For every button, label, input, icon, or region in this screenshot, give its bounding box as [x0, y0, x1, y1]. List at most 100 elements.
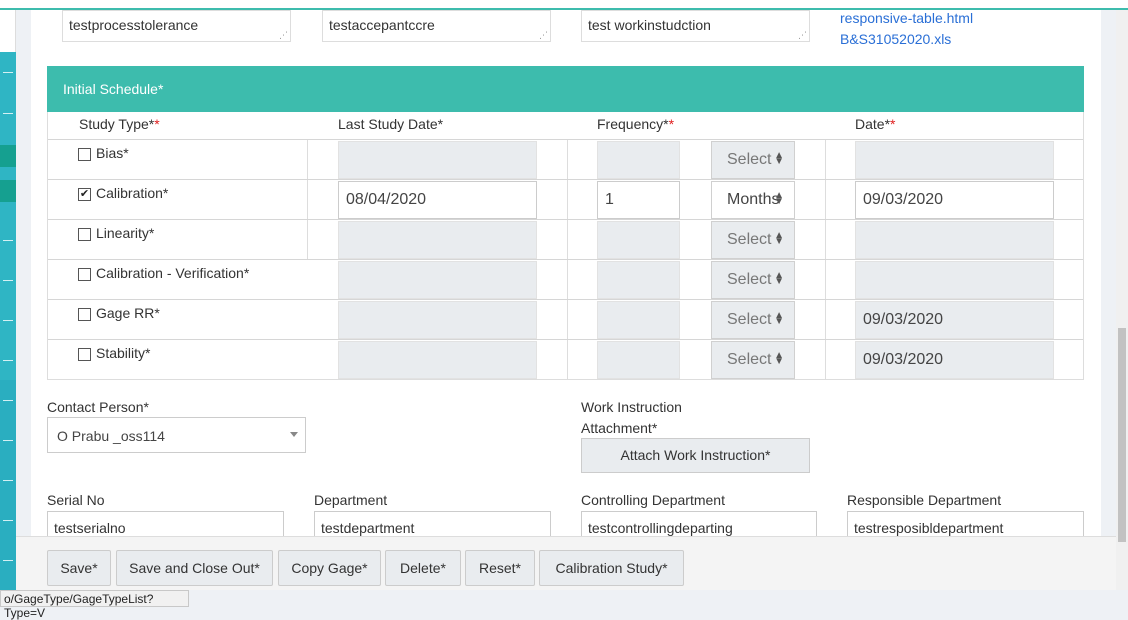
frequency-input[interactable]	[597, 261, 680, 299]
status-bar-background	[189, 600, 1128, 607]
sidebar-tick	[3, 440, 13, 441]
resize-grip-icon[interactable]: ⋰	[279, 31, 288, 40]
vertical-scrollbar[interactable]	[1116, 10, 1128, 590]
work-instruction-textarea[interactable]: test workinstudction ⋰	[581, 10, 810, 42]
schedule-row-bias: Bias* Select ▲ ▼	[48, 139, 1083, 180]
copy-gage-button[interactable]: Copy Gage*	[278, 550, 381, 586]
sidebar-segment	[0, 380, 16, 590]
last-study-date-input[interactable]	[338, 301, 537, 339]
study-type-label: Calibration*	[96, 185, 169, 201]
column-divider	[567, 300, 568, 340]
stability-checkbox[interactable]	[78, 348, 91, 361]
check-icon: ✔	[79, 188, 90, 200]
schedule-row-stability: Stability* Select ▲ ▼ 09/03/2020	[48, 339, 1083, 380]
date-input[interactable]: 09/03/2020	[855, 181, 1054, 219]
sidebar-tick	[3, 360, 13, 361]
date-input[interactable]	[855, 141, 1054, 179]
date-input[interactable]	[855, 261, 1054, 299]
status-bar-url: o/GageType/GageTypeList?Type=V	[0, 590, 189, 620]
column-divider	[825, 340, 826, 380]
date-input[interactable]: 09/03/2020	[855, 341, 1054, 379]
top-border	[0, 0, 1128, 10]
contact-person-value: O Prabu _oss114	[57, 428, 165, 444]
sidebar-active-item[interactable]	[0, 180, 16, 202]
bias-checkbox[interactable]	[78, 148, 91, 161]
sidebar-tick	[3, 560, 13, 561]
attachment-link[interactable]: B&S31052020.xls	[840, 31, 951, 47]
header-date: Date**	[855, 116, 896, 132]
sidebar-segment	[0, 52, 16, 90]
calibration-verification-checkbox[interactable]	[78, 268, 91, 281]
department-label: Department	[314, 492, 388, 508]
column-divider	[307, 220, 308, 260]
select-arrows-icon: ▲ ▼	[774, 150, 784, 167]
delete-button[interactable]: Delete*	[385, 550, 461, 586]
schedule-row-gage-rr: Gage RR* Select ▲ ▼ 09/03/2020	[48, 299, 1083, 340]
select-arrows-icon: ▲ ▼	[774, 230, 784, 247]
save-button[interactable]: Save*	[47, 550, 111, 586]
date-input[interactable]: 09/03/2020	[855, 301, 1054, 339]
column-divider	[567, 340, 568, 380]
frequency-unit-select[interactable]: Select ▲ ▼	[711, 341, 795, 379]
frequency-unit-select[interactable]: Select ▲ ▼	[711, 261, 795, 299]
work-instruction-label-line2: Attachment*	[581, 420, 658, 436]
work-instruction-value: test workinstudction	[588, 17, 711, 33]
study-type-label: Linearity*	[96, 225, 155, 241]
sidebar-tick	[3, 520, 13, 521]
header-last-study-date: Last Study Date*	[338, 116, 444, 132]
controlling-department-label: Controlling Department	[581, 492, 725, 508]
select-arrows-icon: ▲ ▼	[774, 310, 784, 327]
contact-person-select[interactable]: O Prabu _oss114	[47, 417, 306, 453]
sidebar-tick	[3, 400, 13, 401]
last-study-date-input[interactable]	[338, 261, 537, 299]
calibration-checkbox[interactable]: ✔	[78, 188, 91, 201]
frequency-input[interactable]	[597, 141, 680, 179]
last-study-date-input[interactable]	[338, 341, 537, 379]
frequency-input[interactable]	[597, 301, 680, 339]
schedule-row-linearity: Linearity* Select ▲ ▼	[48, 219, 1083, 260]
frequency-unit-select[interactable]: Select ▲ ▼	[711, 301, 795, 339]
acceptance-criteria-textarea[interactable]: testaccepantccre ⋰	[322, 10, 551, 42]
last-study-date-input[interactable]	[338, 221, 537, 259]
select-arrows-icon: ▲ ▼	[774, 190, 784, 207]
sidebar-tick	[3, 72, 13, 73]
frequency-input[interactable]: 1	[597, 181, 680, 219]
process-tolerance-textarea[interactable]: testprocesstolerance ⋰	[62, 10, 291, 42]
frequency-unit-select[interactable]: Select ▲ ▼	[711, 221, 795, 259]
last-study-date-input[interactable]	[338, 141, 537, 179]
linearity-checkbox[interactable]	[78, 228, 91, 241]
sidebar-tick	[3, 320, 13, 321]
last-study-date-input[interactable]: 08/04/2020	[338, 181, 537, 219]
column-divider	[825, 220, 826, 260]
column-divider	[307, 140, 308, 180]
frequency-unit-select[interactable]: Select ▲ ▼	[711, 141, 795, 179]
attachment-link[interactable]: responsive-table.html	[840, 10, 973, 26]
sidebar-strip	[0, 10, 16, 590]
contact-person-label: Contact Person*	[47, 399, 149, 415]
calibration-study-button[interactable]: Calibration Study*	[539, 550, 684, 586]
caret-down-icon	[290, 432, 298, 437]
scrollbar-thumb[interactable]	[1118, 328, 1126, 542]
frequency-unit-select[interactable]: Months ▲ ▼	[711, 181, 795, 219]
column-divider	[567, 260, 568, 300]
resize-grip-icon[interactable]: ⋰	[798, 31, 807, 40]
frequency-input[interactable]	[597, 221, 680, 259]
select-arrows-icon: ▲ ▼	[774, 270, 784, 287]
initial-schedule-title: Initial Schedule*	[63, 81, 164, 97]
resize-grip-icon[interactable]: ⋰	[539, 31, 548, 40]
select-arrows-icon: ▲ ▼	[774, 350, 784, 367]
study-type-label: Bias*	[96, 145, 129, 161]
sidebar-tick	[3, 480, 13, 481]
date-input[interactable]	[855, 221, 1054, 259]
reset-button[interactable]: Reset*	[465, 550, 535, 586]
acceptance-criteria-value: testaccepantccre	[329, 17, 435, 33]
sidebar-tick	[3, 240, 13, 241]
sidebar-active-item[interactable]	[0, 145, 16, 167]
header-study-type: Study Type**	[79, 116, 160, 132]
column-divider	[567, 140, 568, 180]
frequency-input[interactable]	[597, 341, 680, 379]
attach-work-instruction-button[interactable]: Attach Work Instruction*	[581, 438, 810, 473]
gage-rr-checkbox[interactable]	[78, 308, 91, 321]
serial-no-label: Serial No	[47, 492, 105, 508]
save-and-close-button[interactable]: Save and Close Out*	[116, 550, 273, 586]
